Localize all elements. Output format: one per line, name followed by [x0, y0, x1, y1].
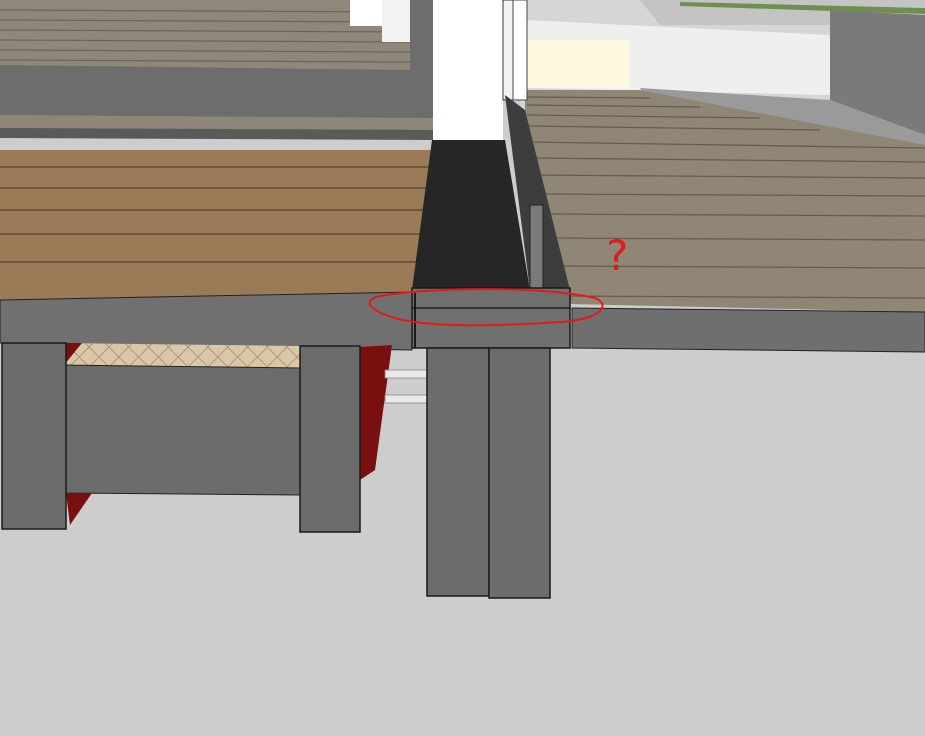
post-center-1: [426, 347, 490, 597]
left-deck: [0, 150, 432, 351]
post-center-2: [488, 347, 551, 599]
window: [528, 40, 630, 88]
model-viewport[interactable]: ?: [0, 0, 925, 736]
markup-question-mark: ?: [606, 231, 628, 280]
upper-left-structure: [0, 0, 435, 140]
post-left-2: [299, 345, 361, 533]
post-left-1: [1, 342, 67, 530]
